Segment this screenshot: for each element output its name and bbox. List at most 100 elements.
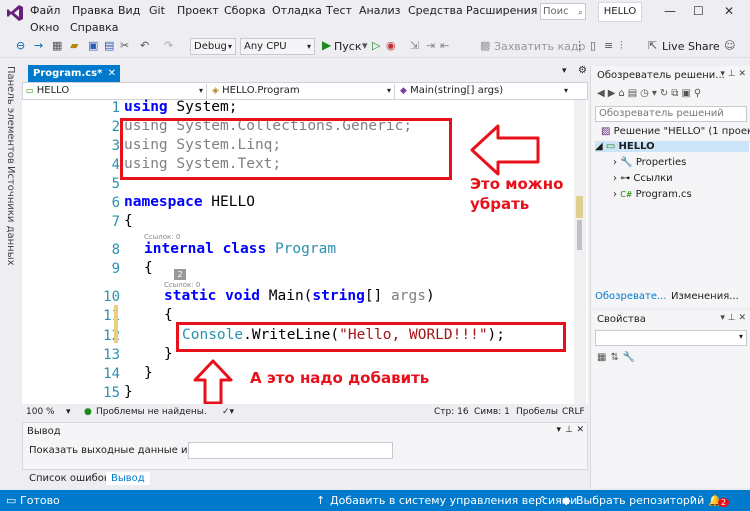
menu-view[interactable]: Вид [118,4,140,17]
chevron-down-icon[interactable]: ▾ [66,407,71,417]
visual-studio-logo-icon [7,5,23,21]
project-nav-select[interactable]: ▭ HELLO ▾ [23,84,207,99]
output-source-select[interactable] [188,442,393,459]
tab-close-icon[interactable]: ✕ [108,65,116,82]
menu-tools[interactable]: Средства [408,4,463,17]
line-indicator[interactable]: Стр: 16 [434,407,469,417]
properties-toolbar-icons[interactable]: ▦⇅🔧 [597,352,639,363]
chevron-down-icon: ▾ [227,42,232,51]
spaces-indicator[interactable]: Пробелы [516,407,558,417]
step-out-icon[interactable]: ⇤ [440,39,449,52]
select-repository-button[interactable]: Выбрать репозиторий [576,494,704,507]
tree-references[interactable]: › ⊶ Ссылки [613,173,673,184]
align-icon[interactable]: ≡ [604,39,613,52]
open-folder-icon[interactable]: ▰ [70,39,78,52]
code-line-10: static void Main(string[] args) [164,288,435,304]
menu-test[interactable]: Тест [326,4,352,17]
play-icon[interactable]: ▶ [322,38,331,52]
project-title: HELLO [598,2,642,22]
save-all-icon[interactable]: ▤ [104,39,114,52]
menu-debug[interactable]: Отладка [272,4,322,17]
tab-git-changes[interactable]: Изменения... [671,291,739,302]
tree-program-cs[interactable]: › C# Program.cs [613,189,692,200]
feedback-icon[interactable]: ☺ [724,39,735,52]
solution-toolbar-icons[interactable]: ◀▶⌂▤◷▾↻⧉▣⚲ [597,88,704,99]
menu-edit[interactable]: Правка [72,4,114,17]
code-editor[interactable]: 1 2 3 4 5 6 7 8 9 10 11 12 13 14 15 usin… [22,99,588,405]
arrow-up-icon: ↑ [316,494,326,507]
menu-window[interactable]: Окно [30,21,59,34]
menu-file[interactable]: Файл [30,4,60,17]
bookmark-icon[interactable]: ▯ [590,39,596,52]
pane-controls[interactable]: ▾ ⊥ ✕ [720,313,746,323]
minimize-icon[interactable]: — [664,4,676,18]
search-input[interactable]: Поис ⌕ [540,3,586,20]
chevron-right-icon: › [613,173,617,184]
csharp-project-icon: ▭ [26,86,34,95]
line-number: 15 [103,385,120,401]
pane-controls[interactable]: ▾ ⊥ ✕ [720,69,746,79]
navigation-bar: ▭ HELLO ▾ ◈ HELLO.Program ▾ ◆ Main(strin… [22,82,588,100]
menu-build[interactable]: Сборка [224,4,266,17]
tab-program-cs[interactable]: Program.cs* ✕ [28,65,120,82]
toolbar-options-icon[interactable]: ⋮ [574,39,585,52]
tree-solution[interactable]: ▨ Решение "HELLO" (1 проек [601,126,750,137]
pin-icon[interactable]: ⊥ [565,425,573,435]
tab-output[interactable]: Вывод [106,472,150,485]
pane-options-icon[interactable]: ▾ [556,425,561,435]
codelens-references[interactable]: Ссылок: 0 [144,233,180,241]
save-icon[interactable]: ▣ [88,39,98,52]
configuration-select[interactable]: Debug ▾ [190,38,236,55]
cut-icon[interactable]: ✂ [120,39,129,52]
editor-vertical-scrollbar[interactable] [574,100,586,404]
class-nav-select[interactable]: ◈ HELLO.Program ▾ [209,84,395,99]
properties-object-select[interactable]: ▾ [595,330,747,346]
tab-list-icon[interactable]: ▾ [562,66,567,76]
new-item-icon[interactable]: ▦ [52,39,62,52]
codelens-badge[interactable]: 2 [174,269,186,280]
menu-analyze[interactable]: Анализ [359,4,401,17]
column-indicator[interactable]: Симв: 1 [474,407,510,417]
tab-solution-explorer[interactable]: Обозревате... [595,291,667,302]
tree-project[interactable]: ◢ ▭ HELLO [595,141,749,152]
forward-icon[interactable]: → [34,39,43,52]
platform-select[interactable]: Any CPU ▾ [240,38,315,55]
run-without-debug-icon[interactable]: ▷ [372,39,380,52]
properties-pane: Свойства ▾ ⊥ ✕ ▾ ▦⇅🔧 [590,310,750,488]
issues-status[interactable]: Проблемы не найдены. [96,407,207,417]
live-share-button[interactable]: Live Share [662,40,720,53]
menu-git[interactable]: Git [149,4,165,17]
solution-search-input[interactable]: Обозреватель решений [595,106,747,122]
platform-value: Any CPU [244,41,287,52]
scrollbar-thumb[interactable] [577,220,582,250]
settings-icon[interactable]: ⚙ [578,65,587,76]
back-icon[interactable]: ⊖ [16,39,25,52]
brush-icon[interactable]: ✓▾ [222,407,234,417]
toolbox-tab[interactable]: Панель элементов [5,66,16,164]
close-icon[interactable]: ✕ [724,4,734,18]
comment-icon[interactable]: ⫶ [620,39,623,53]
eol-indicator[interactable]: CRLF [562,407,585,417]
member-nav-select[interactable]: ◆ Main(string[] args) ▾ [397,84,571,99]
undo-icon[interactable]: ↶ [140,39,149,52]
tree-properties[interactable]: › 🔧 Properties [613,157,686,168]
redo-icon[interactable]: ↷ [164,39,173,52]
run-button[interactable]: Пуск [334,40,361,53]
menu-extensions[interactable]: Расширения [466,4,537,17]
capture-frame-button[interactable]: Захватить кадр [494,40,585,53]
solution-explorer: Обозреватель решени... ▾ ⊥ ✕ ◀▶⌂▤◷▾↻⧉▣⚲ … [590,66,750,308]
step-over-icon[interactable]: ⇥ [426,39,435,52]
chevron-down-icon[interactable]: ▾ [362,39,368,52]
tree-program-cs-label: Program.cs [635,189,692,200]
close-icon[interactable]: ✕ [576,425,584,435]
tab-error-list[interactable]: Список ошибок [24,472,115,485]
step-icon[interactable]: ⇲ [410,39,419,52]
menu-project[interactable]: Проект [177,4,219,17]
datasources-tab[interactable]: Источники данных [5,166,16,266]
check-circle-icon: ● [84,407,92,417]
chevron-right-icon: › [613,157,617,168]
zoom-select[interactable]: 100 % [26,407,55,417]
menu-help[interactable]: Справка [70,21,118,34]
maximize-icon[interactable]: ☐ [693,4,704,18]
hot-reload-icon[interactable]: ◉ [386,39,396,52]
